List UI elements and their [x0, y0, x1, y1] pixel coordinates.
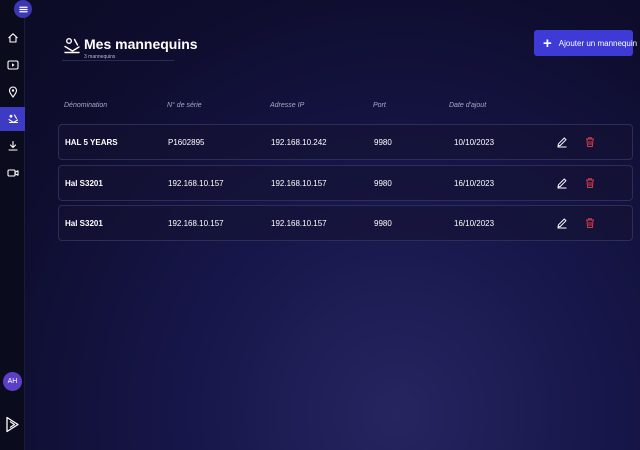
column-header-port: Port [373, 102, 386, 109]
video-player-icon [6, 60, 19, 70]
mannequin-icon [7, 114, 18, 124]
user-avatar[interactable]: AH [3, 372, 22, 391]
cell-serial: 192.168.10.157 [168, 219, 224, 228]
cell-serial: 192.168.10.157 [168, 179, 224, 188]
cell-name: HAL 5 YEARS [65, 138, 118, 147]
column-header-name: Dénomination [64, 102, 108, 109]
hamburger-icon [18, 6, 28, 12]
add-mannequin-label: Ajouter un mannequin [558, 38, 638, 48]
table-row[interactable]: Hal S3201 192.168.10.157 192.168.10.157 … [58, 205, 633, 241]
cell-ip: 192.168.10.157 [271, 219, 327, 228]
mannequin-icon [64, 38, 80, 54]
edit-icon[interactable] [556, 136, 568, 148]
column-header-serial: N° de série [167, 102, 202, 109]
plus-icon: + [543, 34, 552, 52]
title-divider [62, 60, 174, 61]
trash-icon[interactable] [584, 217, 596, 229]
cell-ip: 192.168.10.157 [271, 179, 327, 188]
cell-name: Hal S3201 [65, 179, 103, 188]
table-row[interactable]: HAL 5 YEARS P1602895 192.168.10.242 9980… [58, 124, 633, 160]
menu-toggle-button[interactable] [14, 0, 32, 18]
cell-port: 9980 [374, 219, 392, 228]
table-row[interactable]: Hal S3201 192.168.10.157 192.168.10.157 … [58, 165, 633, 201]
cell-date: 16/10/2023 [454, 219, 495, 228]
home-icon [7, 33, 18, 43]
add-mannequin-button[interactable]: + Ajouter un mannequin [534, 30, 637, 56]
nav-recordings[interactable] [0, 161, 25, 185]
nav-home[interactable] [0, 26, 25, 50]
cell-port: 9980 [374, 138, 392, 147]
trash-icon[interactable] [584, 136, 596, 148]
download-icon [7, 140, 18, 151]
edit-icon[interactable] [556, 177, 568, 189]
nav-mannequins[interactable] [0, 107, 25, 131]
brand-logo-icon [6, 416, 19, 433]
sidebar: AH [0, 0, 32, 450]
nav-videos[interactable] [0, 53, 25, 77]
cell-name: Hal S3201 [65, 219, 103, 228]
cell-ip: 192.168.10.242 [271, 138, 327, 147]
page-title: Mes mannequins [84, 36, 198, 52]
map-pin-icon [8, 86, 17, 98]
cell-date: 10/10/2023 [454, 138, 495, 147]
column-header-ip: Adresse IP [270, 102, 305, 109]
edit-icon[interactable] [556, 217, 568, 229]
nav-locations[interactable] [0, 80, 25, 104]
column-header-date: Date d'ajout [449, 102, 487, 109]
cell-serial: P1602895 [168, 138, 205, 147]
trash-icon[interactable] [584, 177, 596, 189]
cell-date: 16/10/2023 [454, 179, 495, 188]
camera-icon [6, 169, 19, 177]
cell-port: 9980 [374, 179, 392, 188]
nav-downloads[interactable] [0, 134, 25, 158]
